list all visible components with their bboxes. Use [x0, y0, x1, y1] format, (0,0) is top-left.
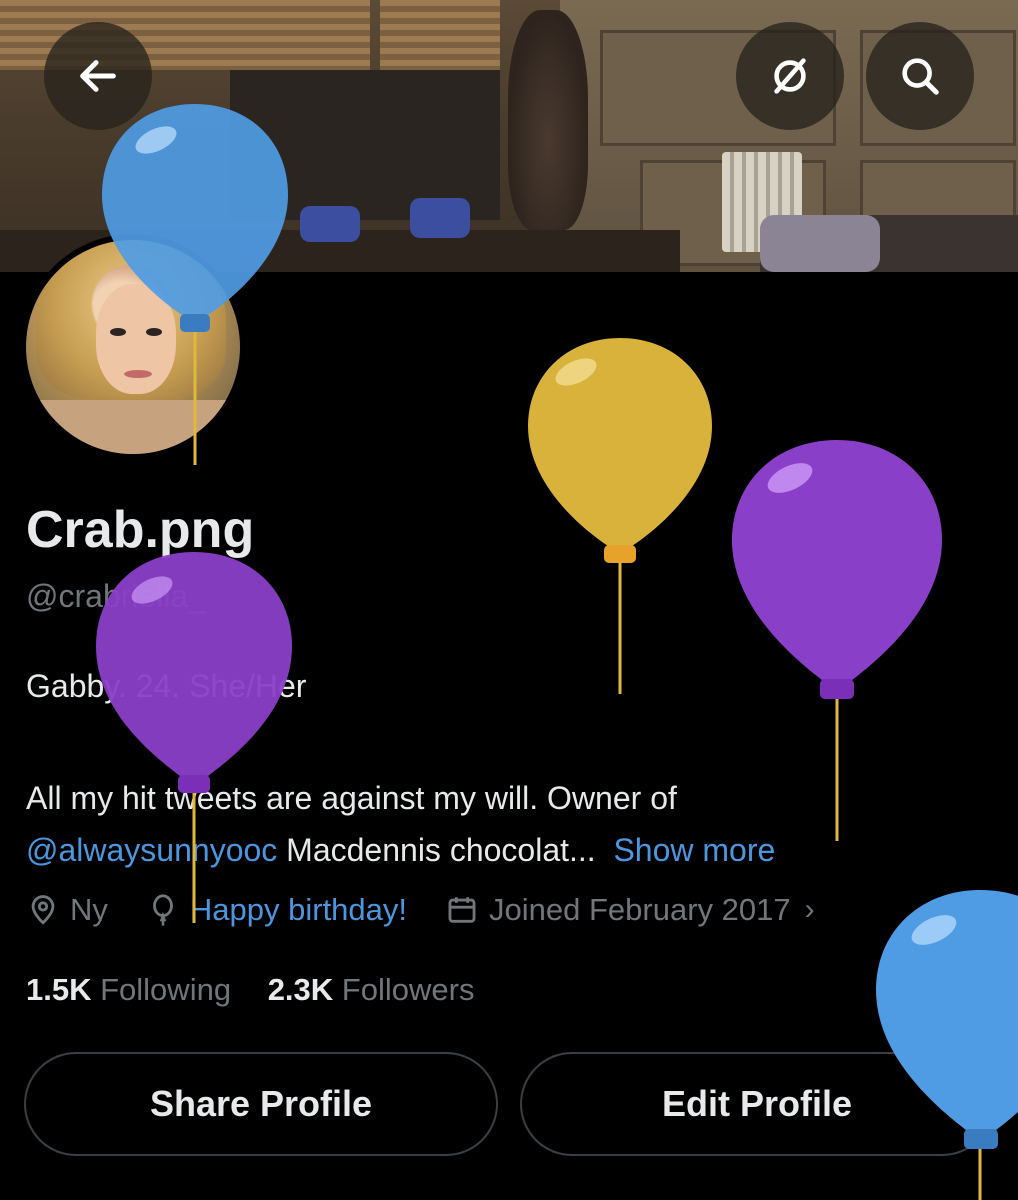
balloon-purple [732, 440, 942, 841]
window-blind [380, 0, 500, 70]
pillow [760, 215, 880, 272]
followers-count: 2.3K [267, 972, 334, 1007]
rabbit-statue [508, 10, 588, 230]
share-profile-button[interactable]: Share Profile [24, 1052, 498, 1156]
location-pin-icon [31, 895, 55, 925]
bio-line: Macdennis chocolat... [277, 832, 596, 868]
followers-link[interactable]: 2.3K Followers [268, 972, 475, 1007]
following-link[interactable]: 1.5K Following [26, 972, 231, 1007]
follow-stats: 1.5K Following 2.3K Followers [26, 972, 502, 1008]
following-count: 1.5K [26, 972, 92, 1007]
search-button[interactable] [866, 22, 974, 130]
calendar-icon [448, 897, 476, 923]
joined-date[interactable]: Joined February 2017 › [445, 892, 815, 928]
desk-item [410, 198, 470, 238]
search-icon [902, 58, 939, 95]
desk-item [300, 206, 360, 242]
following-label: Following [100, 972, 232, 1007]
slashed-circle-icon [774, 58, 806, 94]
balloon-yellow [528, 338, 712, 694]
followers-label: Followers [341, 972, 475, 1007]
chevron-right-icon: › [804, 893, 815, 926]
back-arrow-icon [80, 60, 116, 92]
balloon-blue [102, 104, 288, 465]
balloon-blue [876, 890, 1018, 1200]
balloon-purple [96, 552, 292, 923]
spaces-button[interactable] [736, 22, 844, 130]
joined-text: Joined February 2017 [489, 892, 791, 927]
